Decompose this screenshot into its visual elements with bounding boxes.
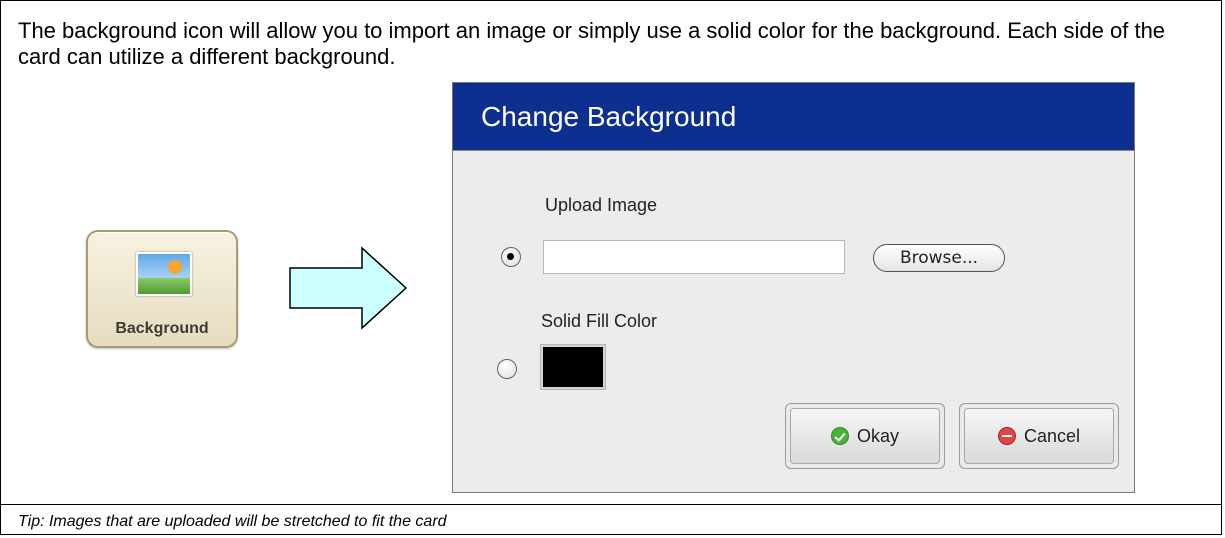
background-button[interactable]: Background xyxy=(86,230,238,348)
cancel-button[interactable]: Cancel xyxy=(959,403,1119,469)
right-arrow-icon xyxy=(289,246,408,330)
upload-image-radio[interactable] xyxy=(501,247,521,267)
background-button-label: Background xyxy=(115,320,209,337)
dialog-title: Change Background xyxy=(453,83,1134,151)
change-background-dialog: Change Background Upload Image Browse...… xyxy=(452,82,1135,493)
okay-button-label: Okay xyxy=(856,425,899,446)
tip-divider xyxy=(0,504,1222,505)
landscape-image-icon xyxy=(136,252,192,296)
cancel-button-label: Cancel xyxy=(1023,425,1081,446)
browse-button[interactable]: Browse... xyxy=(873,244,1005,272)
solid-fill-color-radio[interactable] xyxy=(497,359,517,379)
check-circle-icon xyxy=(830,427,849,445)
upload-file-path-input[interactable] xyxy=(543,240,845,274)
minus-circle-icon xyxy=(997,427,1016,445)
sun-icon xyxy=(168,260,182,274)
upload-image-label: Upload Image xyxy=(545,195,658,215)
tip-text: Tip: Images that are uploaded will be st… xyxy=(18,513,447,530)
intro-text: The background icon will allow you to im… xyxy=(18,18,1166,69)
solid-fill-color-label: Solid Fill Color xyxy=(541,311,658,331)
fill-color-swatch[interactable] xyxy=(541,345,605,389)
okay-button[interactable]: Okay xyxy=(785,403,945,469)
